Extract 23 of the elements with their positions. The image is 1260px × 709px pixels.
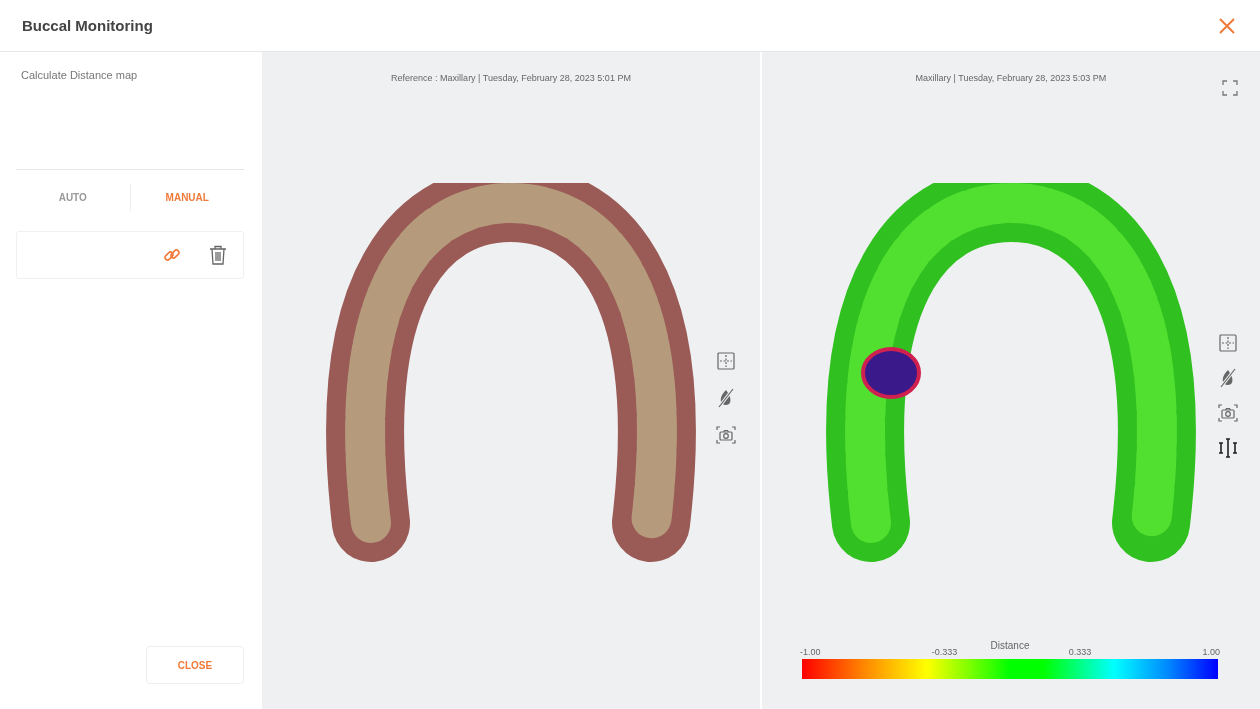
camera-icon[interactable] — [716, 426, 736, 444]
hide-icon[interactable] — [1219, 368, 1237, 388]
close-button[interactable]: CLOSE — [146, 646, 244, 684]
link-icon[interactable] — [163, 246, 181, 264]
scale-label: -0.333 — [931, 647, 958, 657]
window-title: Buccal Monitoring — [22, 17, 153, 34]
scale-label: -1.00 — [800, 647, 821, 657]
mode-tab[interactable]: AUTO — [16, 184, 131, 211]
measure-icon[interactable] — [1218, 438, 1238, 458]
grid-icon[interactable] — [1219, 334, 1237, 352]
camera-icon[interactable] — [1218, 404, 1238, 422]
trash-icon[interactable] — [209, 245, 227, 265]
mode-tab[interactable]: MANUAL — [130, 184, 244, 211]
hide-icon[interactable] — [717, 388, 735, 408]
viewport-caption: Maxillary | Tuesday, February 28, 2023 5:03 PM — [915, 73, 1107, 83]
scale-label: 1.00 — [1202, 647, 1220, 657]
scale-label: 0.333 — [1068, 647, 1092, 657]
viewport-caption: Reference : Maxillary | Tuesday, February 28, 2023 5:01 PM — [391, 73, 631, 83]
close-icon[interactable] — [1218, 16, 1236, 35]
fullscreen-icon[interactable] — [1222, 80, 1238, 96]
legend-title: Distance — [990, 640, 1030, 651]
section-heading: Calculate Distance map — [20, 68, 139, 83]
grid-icon[interactable] — [717, 352, 735, 370]
